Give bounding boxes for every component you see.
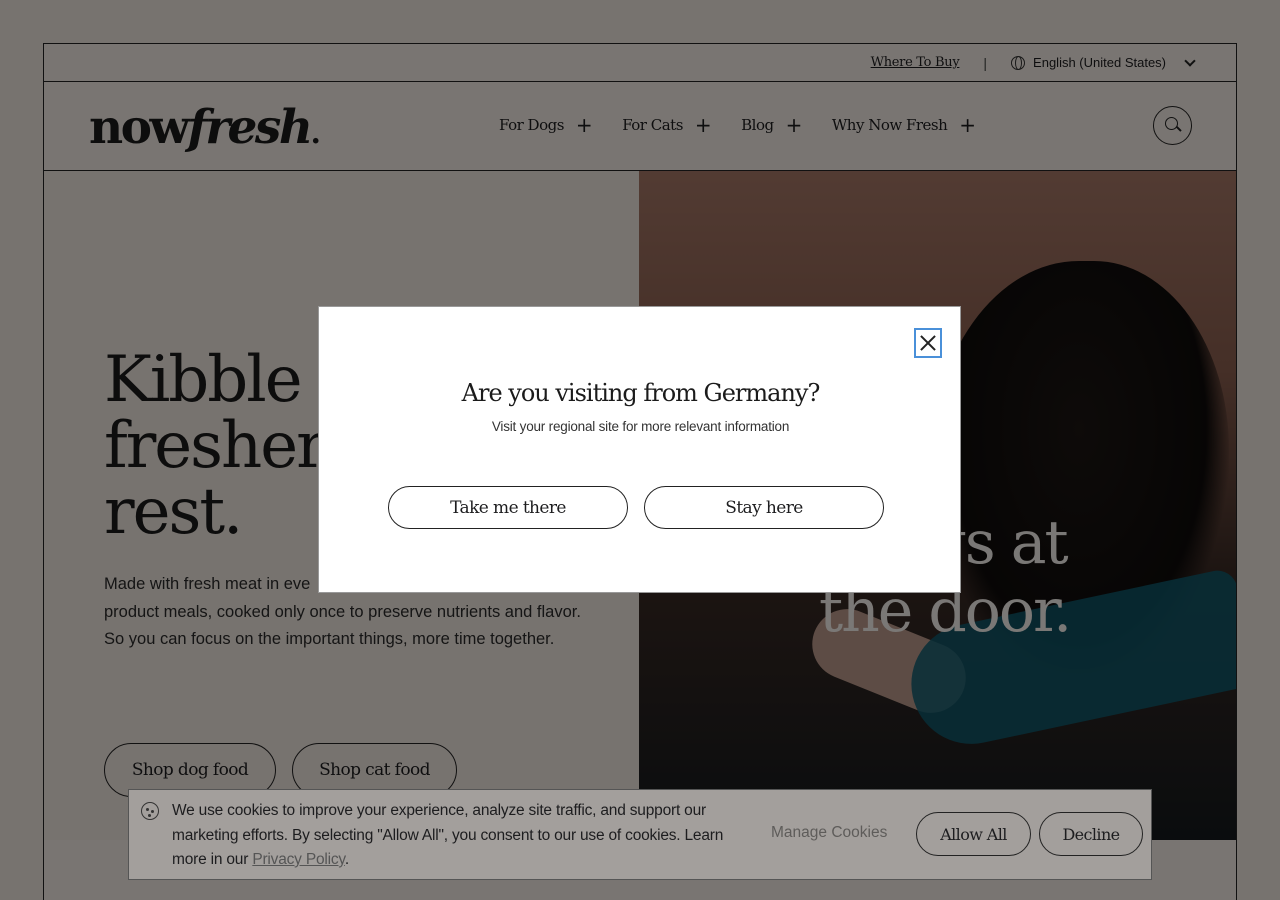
cookie-icon <box>141 802 159 820</box>
decline-button[interactable]: Decline <box>1039 812 1143 856</box>
stay-here-button[interactable]: Stay here <box>644 486 884 529</box>
manage-cookies-link[interactable]: Manage Cookies <box>771 824 887 842</box>
cookie-message: We use cookies to improve your experienc… <box>172 802 724 868</box>
allow-all-button[interactable]: Allow All <box>916 812 1031 856</box>
close-icon[interactable] <box>914 328 942 358</box>
take-me-there-button[interactable]: Take me there <box>388 486 628 529</box>
modal-subtitle: Visit your regional site for more releva… <box>491 419 790 434</box>
region-modal: Are you visiting from Germany? Visit you… <box>318 306 961 593</box>
modal-title: Are you visiting from Germany? <box>461 379 821 407</box>
privacy-policy-link[interactable]: Privacy Policy <box>252 851 345 868</box>
cookie-banner: We use cookies to improve your experienc… <box>128 789 1152 880</box>
